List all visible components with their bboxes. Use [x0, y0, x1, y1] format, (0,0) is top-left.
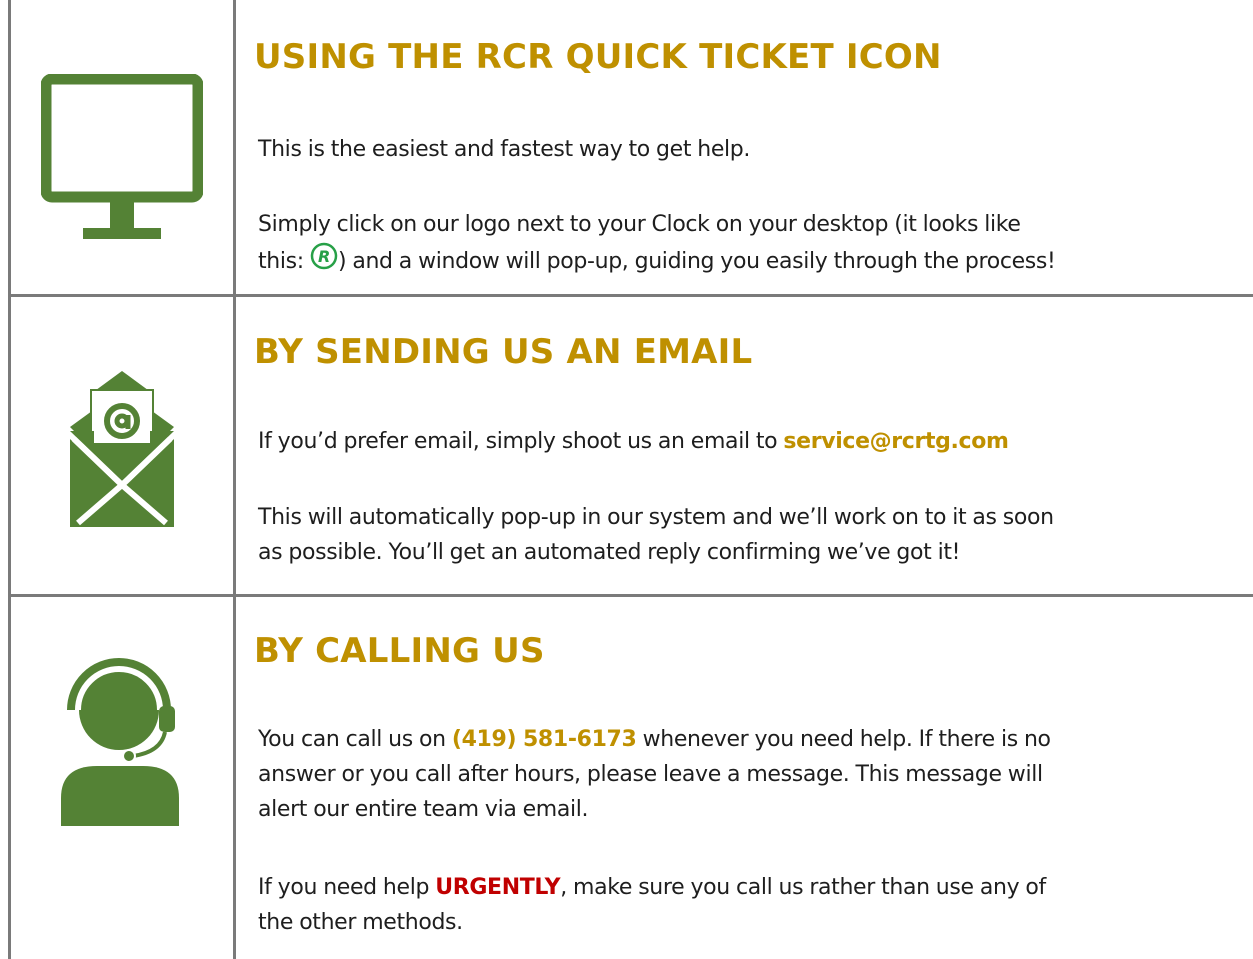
section-call: BY CALLING US You can call us on (419) 5…	[0, 597, 1253, 959]
help-options-page: USING THE RCR QUICK TICKET ICON This is …	[0, 0, 1253, 959]
email-link[interactable]: service@rcrtg.com	[783, 429, 1009, 454]
email-envelope-icon	[11, 297, 233, 594]
paragraph-text: Simply click on our logo next to your Cl…	[258, 212, 1021, 237]
email-content: BY SENDING US AN EMAIL If you’d prefer e…	[236, 297, 1253, 594]
paragraph-text: This will automatically pop-up in our sy…	[258, 505, 1054, 530]
section-paragraph: Simply click on our logo next to your Cl…	[258, 207, 1248, 279]
section-quick-ticket: USING THE RCR QUICK TICKET ICON This is …	[0, 0, 1253, 294]
paragraph-text: This is the easiest and fastest way to g…	[258, 137, 751, 162]
support-agent-headset-icon	[11, 597, 233, 857]
section-paragraph: This is the easiest and fastest way to g…	[258, 132, 750, 167]
urgent-label: URGENTLY	[435, 875, 561, 900]
paragraph-text: the other methods.	[258, 910, 463, 935]
paragraph-text: as possible. You’ll get an automated rep…	[258, 540, 961, 565]
section-paragraph: This will automatically pop-up in our sy…	[258, 500, 1248, 570]
paragraph-text: this:	[258, 249, 310, 274]
section-paragraph: If you’d prefer email, simply shoot us a…	[258, 424, 1009, 459]
rcr-logo-icon: R	[310, 242, 338, 270]
paragraph-text: If you need help	[258, 875, 436, 900]
paragraph-text: , make sure you call us rather than use …	[560, 875, 1046, 900]
paragraph-text: If you’d prefer email, simply shoot us a…	[258, 429, 784, 454]
paragraph-text: whenever you need help. If there is no	[636, 727, 1051, 752]
quick-ticket-content: USING THE RCR QUICK TICKET ICON This is …	[236, 0, 1253, 294]
paragraph-text: You can call us on	[258, 727, 452, 752]
section-title: BY CALLING US	[254, 631, 545, 671]
paragraph-text: ) and a window will pop-up, guiding you …	[337, 249, 1056, 274]
section-paragraph: You can call us on (419) 581-6173 whenev…	[258, 722, 1248, 827]
section-title: BY SENDING US AN EMAIL	[254, 332, 753, 372]
monitor-icon	[11, 0, 233, 294]
call-content: BY CALLING US You can call us on (419) 5…	[236, 597, 1253, 959]
paragraph-text: alert our entire team via email.	[258, 797, 589, 822]
rcr-logo-letter: R	[318, 247, 330, 266]
phone-number[interactable]: (419) 581-6173	[452, 727, 637, 752]
section-paragraph: If you need help URGENTLY, make sure you…	[258, 870, 1248, 940]
paragraph-text: answer or you call after hours, please l…	[258, 762, 1043, 787]
section-title: USING THE RCR QUICK TICKET ICON	[254, 37, 942, 77]
section-email: BY SENDING US AN EMAIL If you’d prefer e…	[0, 297, 1253, 594]
